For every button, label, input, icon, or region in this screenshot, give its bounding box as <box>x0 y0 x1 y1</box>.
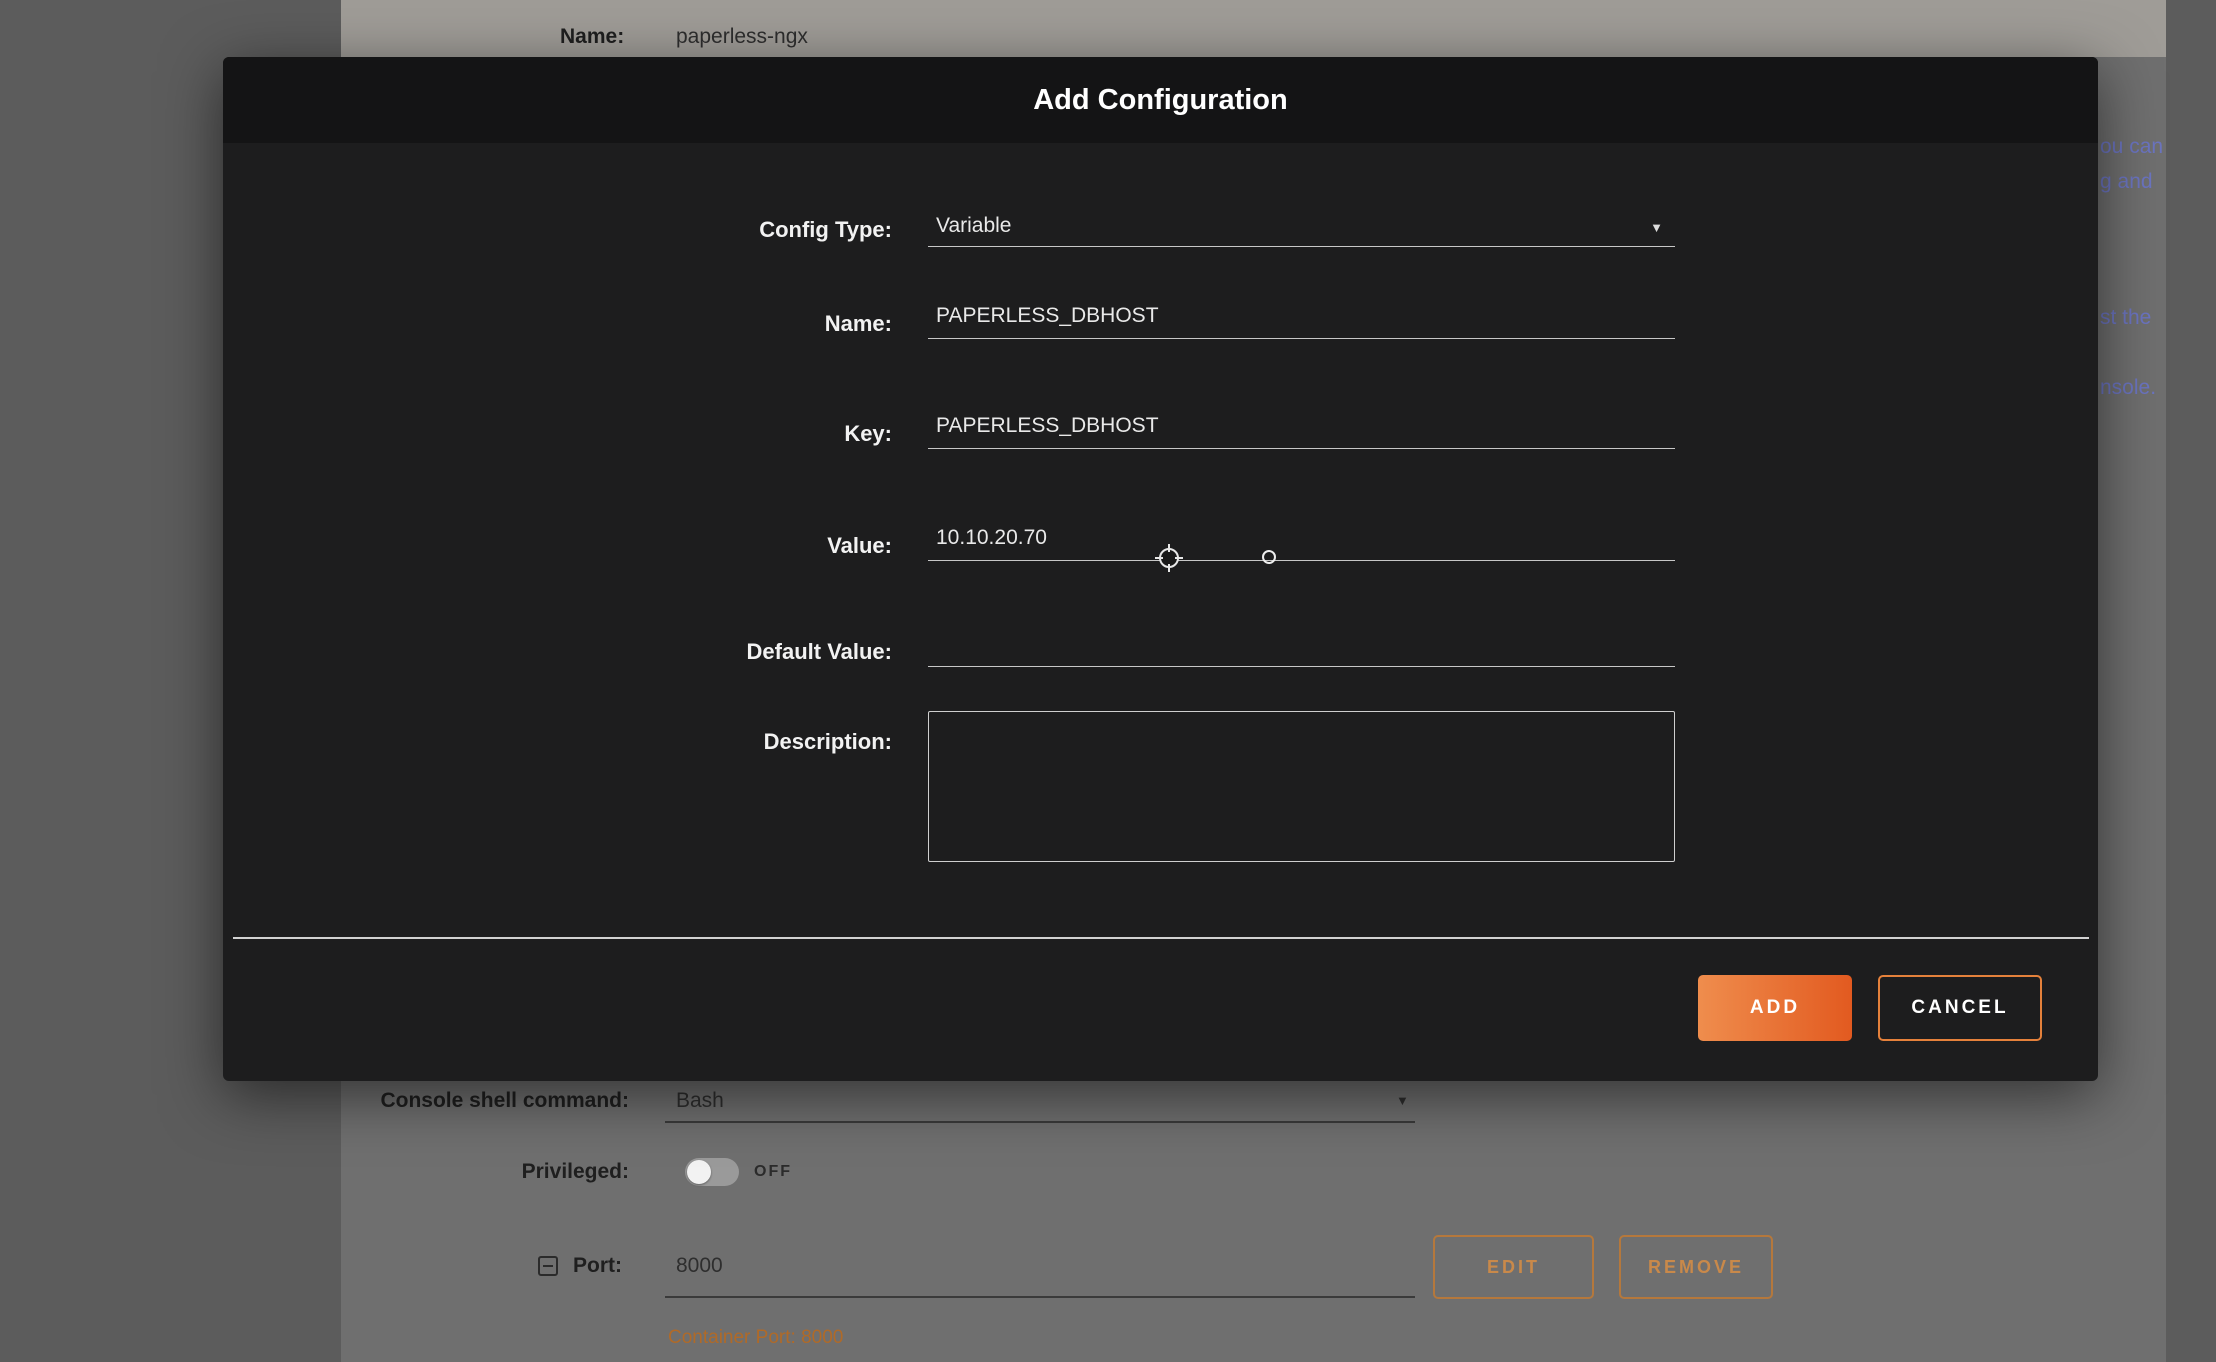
modal-title: Add Configuration <box>223 57 2098 143</box>
help-text-fragment: nsole. <box>2100 376 2156 400</box>
description-textarea[interactable] <box>928 711 1675 862</box>
console-shell-select[interactable]: Bash <box>676 1080 724 1122</box>
value-label: Value: <box>592 525 892 567</box>
config-type-label: Config Type: <box>592 209 892 251</box>
page: Name: paperless-ngx ou can g and st the … <box>0 0 2216 1362</box>
port-label: Port: <box>573 1245 622 1287</box>
chevron-down-icon: ▼ <box>1650 220 1663 235</box>
edit-button[interactable]: EDIT <box>1433 1235 1594 1299</box>
cancel-button[interactable]: CANCEL <box>1878 975 2042 1041</box>
key-label: Key: <box>592 413 892 455</box>
default-value-input[interactable] <box>928 625 1675 667</box>
help-text-fragment: ou can <box>2100 135 2163 159</box>
modal-header: Add Configuration <box>223 57 2098 143</box>
crosshair-cursor-icon <box>1155 544 1183 572</box>
privileged-state: OFF <box>754 1163 792 1181</box>
collapse-minus-icon[interactable] <box>538 1256 558 1276</box>
circle-cursor-icon <box>1262 550 1276 564</box>
name-input[interactable] <box>928 297 1675 339</box>
container-name-value: paperless-ngx <box>676 16 808 58</box>
description-label: Description: <box>592 721 892 763</box>
help-text-fragment: g and <box>2100 170 2153 194</box>
port-value-field[interactable]: 8000 <box>676 1245 723 1287</box>
input-underline <box>665 1296 1415 1298</box>
value-input[interactable] <box>928 519 1675 561</box>
privileged-toggle[interactable] <box>685 1158 739 1186</box>
container-name-label: Name: <box>560 16 624 58</box>
container-port-text: Container Port: 8000 <box>668 1327 843 1349</box>
chevron-down-icon[interactable]: ▼ <box>1396 1093 1409 1108</box>
config-type-select[interactable]: Variable ▼ <box>928 205 1675 247</box>
config-type-selected-value: Variable <box>936 205 1012 247</box>
input-underline <box>665 1121 1415 1123</box>
footer-divider <box>233 937 2089 939</box>
privileged-label: Privileged: <box>229 1151 629 1193</box>
name-label: Name: <box>592 303 892 345</box>
add-button[interactable]: ADD <box>1698 975 1852 1041</box>
default-value-label: Default Value: <box>592 631 892 673</box>
toggle-knob-icon <box>687 1160 711 1184</box>
key-input[interactable] <box>928 407 1675 449</box>
help-text-fragment: st the <box>2100 306 2151 330</box>
remove-button[interactable]: REMOVE <box>1619 1235 1773 1299</box>
console-shell-label: Console shell command: <box>229 1080 629 1122</box>
